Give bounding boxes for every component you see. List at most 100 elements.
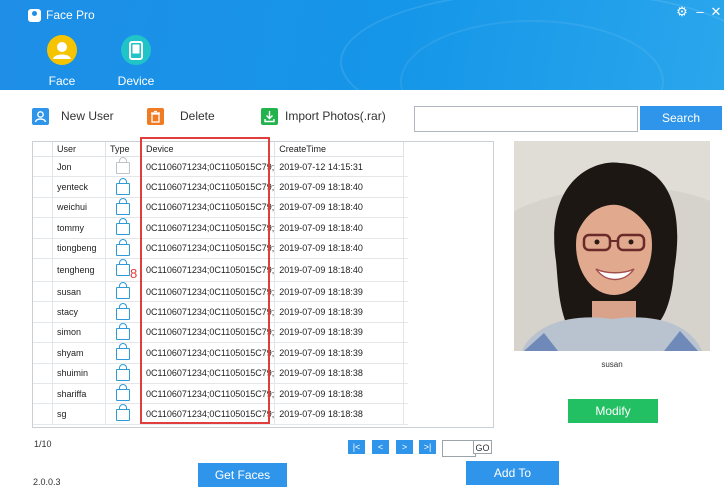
createtime-cell: 2019-07-09 18:18:38 <box>274 403 405 425</box>
table-header-row: User Type Device CreateTime <box>33 142 408 157</box>
prev-page-button[interactable]: < <box>372 440 389 454</box>
type-cell <box>105 176 142 198</box>
filler-cell <box>403 238 409 259</box>
type-cell <box>105 197 142 219</box>
new-user-label: New User <box>61 109 114 123</box>
lock-icon <box>116 177 130 195</box>
download-icon <box>261 107 278 125</box>
column-header-type[interactable]: Type <box>105 142 142 157</box>
user-cell: weichui <box>52 197 106 219</box>
first-page-button[interactable]: |< <box>348 440 365 454</box>
device-cell: 0C1106071234;0C1105015C79; <box>141 363 276 384</box>
table-row[interactable]: Jon 0C1106071234;0C1105015C79; 2019-07-12 … <box>33 156 409 178</box>
type-cell <box>105 322 142 344</box>
row-select-cell[interactable] <box>33 363 53 384</box>
table-row[interactable]: shariffa 0C1106071234;0C1105015C79; 2019-0… <box>33 383 409 405</box>
next-page-button[interactable]: > <box>396 440 413 454</box>
trash-icon <box>147 107 164 125</box>
createtime-cell: 2019-07-09 18:18:39 <box>274 301 405 323</box>
search-input[interactable] <box>414 106 638 132</box>
table-row[interactable]: shyam 0C1106071234;0C1105015C79; 2019-07-0… <box>33 342 409 364</box>
device-cell: 0C1106071234;0C1105015C79; <box>141 342 276 364</box>
row-select-cell[interactable] <box>33 156 53 178</box>
row-select-cell[interactable] <box>33 322 53 344</box>
row-select-cell[interactable] <box>33 258 53 282</box>
filler-cell <box>403 258 409 282</box>
photo-caption: susan <box>601 360 623 369</box>
filler-cell <box>403 301 409 323</box>
close-button[interactable]: ✕ <box>708 4 724 20</box>
new-user-button[interactable]: New User <box>32 106 114 126</box>
type-cell <box>105 238 142 259</box>
user-cell: yenteck <box>52 176 106 198</box>
row-select-cell[interactable] <box>33 383 53 405</box>
page-indicator: 1/10 <box>34 439 52 449</box>
row-select-cell[interactable] <box>33 238 53 259</box>
go-button[interactable]: GO <box>473 440 492 454</box>
version-label: 2.0.0.3 <box>33 477 61 487</box>
table-row[interactable]: tengheng 8 0C1106071234;0C1105015C79; 2019-… <box>33 258 409 282</box>
row-select-cell[interactable] <box>33 403 53 425</box>
table-row[interactable]: simon 0C1106071234;0C1105015C79; 2019-07-0… <box>33 322 409 344</box>
lock-icon <box>116 218 130 236</box>
header-bar: Face Pro ⚙ – ✕ Face Device <box>0 0 724 90</box>
tab-device[interactable]: Device <box>104 35 168 88</box>
table-row[interactable]: yenteck 0C1106071234;0C1105015C79; 2019-07… <box>33 176 409 198</box>
page-number-input[interactable] <box>442 440 476 457</box>
table-row[interactable]: tiongbeng 0C1106071234;0C1105015C79; 2019-… <box>33 238 409 259</box>
annotation-mark: 8 <box>130 265 138 281</box>
table-row[interactable]: stacy 0C1106071234;0C1105015C79; 2019-07-0… <box>33 301 409 323</box>
table-row[interactable]: weichui 0C1106071234;0C1105015C79; 2019-07… <box>33 197 409 219</box>
filler-cell <box>403 176 409 198</box>
table-row[interactable]: susan 0C1106071234;0C1105015C79; 2019-07-0… <box>33 281 409 303</box>
add-to-button[interactable]: Add To <box>466 461 559 485</box>
createtime-cell: 2019-07-09 18:18:40 <box>274 176 405 198</box>
device-cell: 0C1106071234;0C1105015C79; <box>141 238 276 259</box>
table-row[interactable]: sg 0C1106071234;0C1105015C79; 2019-07-09 1… <box>33 403 409 425</box>
delete-label: Delete <box>180 109 215 123</box>
gear-icon[interactable]: ⚙ <box>674 4 690 20</box>
createtime-cell: 2019-07-09 18:18:40 <box>274 238 405 259</box>
import-photos-label: Import Photos(.rar) <box>285 109 386 123</box>
lock-icon <box>116 363 130 381</box>
row-select-cell[interactable] <box>33 197 53 219</box>
filler-cell <box>403 281 409 303</box>
type-cell <box>105 281 142 303</box>
import-photos-button[interactable]: Import Photos(.rar) <box>261 106 386 126</box>
lock-icon <box>116 258 130 276</box>
row-select-cell[interactable] <box>33 342 53 364</box>
select-column-header <box>33 142 53 157</box>
filler-cell <box>403 403 409 425</box>
add-user-icon <box>32 107 49 125</box>
modify-button[interactable]: Modify <box>568 399 658 423</box>
type-cell <box>105 156 142 178</box>
user-cell: tiongbeng <box>52 238 106 259</box>
lock-icon <box>116 197 130 215</box>
last-page-button[interactable]: >| <box>419 440 436 454</box>
device-cell: 0C1106071234;0C1105015C79; <box>141 197 276 219</box>
column-header-createtime[interactable]: CreateTime <box>274 142 405 157</box>
search-button[interactable]: Search <box>640 106 722 130</box>
user-cell: tengheng <box>52 258 106 282</box>
row-select-cell[interactable] <box>33 301 53 323</box>
row-select-cell[interactable] <box>33 217 53 239</box>
row-select-cell[interactable] <box>33 176 53 198</box>
device-cell: 0C1106071234;0C1105015C79; <box>141 301 276 323</box>
table-row[interactable]: shuimin 0C1106071234;0C1105015C79; 2019-07… <box>33 363 409 384</box>
row-select-cell[interactable] <box>33 281 53 303</box>
filler-cell <box>403 217 409 239</box>
minimize-button[interactable]: – <box>692 4 708 19</box>
filler-cell <box>403 363 409 384</box>
get-faces-button[interactable]: Get Faces <box>198 463 287 487</box>
delete-button[interactable]: Delete <box>147 106 215 126</box>
type-cell <box>105 301 142 323</box>
table-row[interactable]: tommy 0C1106071234;0C1105015C79; 2019-07-0… <box>33 217 409 239</box>
person-icon <box>47 35 77 65</box>
createtime-cell: 2019-07-12 14:15:31 <box>274 156 405 178</box>
user-cell: shyam <box>52 342 106 364</box>
tab-face[interactable]: Face <box>30 35 94 88</box>
type-cell <box>105 383 142 405</box>
column-header-device[interactable]: Device <box>141 142 276 157</box>
type-cell <box>105 403 142 425</box>
column-header-user[interactable]: User <box>52 142 106 157</box>
